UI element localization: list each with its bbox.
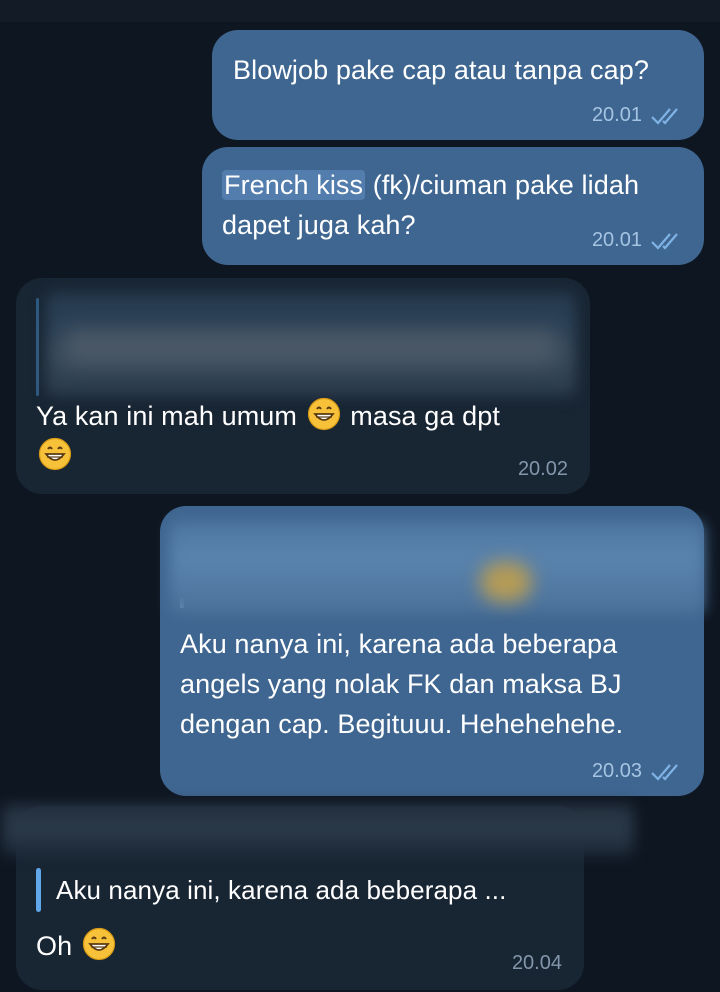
redacted-reply-preview [480,562,532,602]
grinning-face-icon [38,437,72,471]
grinning-face-icon [82,927,116,961]
message-text-line1: Aku nanya ini, karena ada beberapa [180,629,618,659]
double-check-icon [650,105,684,127]
message-text-part: masa ga dpt [350,401,500,431]
reply-quote-bar [36,298,39,396]
redacted-sender-name [2,804,634,856]
message-time: 20.01 [591,104,642,126]
message-text-part: Ya kan ini mah umum [36,401,298,431]
message-time: 20.02 [517,458,568,480]
search-highlight: French kiss [222,170,366,200]
message-text-line3: dengan cap. Begituuu. Hehehehehe. [180,709,624,739]
message-meta: 20.03 [592,760,684,783]
message-text: French kiss (fk)/ciuman pake lidah dapet… [222,165,639,245]
double-check-icon [650,230,684,252]
message-meta: 20.01 [592,229,684,252]
message-text-line2: dapet juga kah? [222,210,416,240]
double-check-icon [650,761,684,783]
message-bubble-incoming[interactable]: Ya kan ini mah umum masa ga dpt 20.02 [16,278,590,494]
message-text: Oh [36,926,118,966]
message-bubble-outgoing[interactable]: French kiss (fk)/ciuman pake lidah dapet… [202,147,704,265]
message-time: 20.01 [591,229,642,251]
message-text: Ya kan ini mah umum masa ga dpt [36,396,500,476]
message-text-line1: (fk)/ciuman pake lidah [365,170,640,200]
message-bubble-outgoing[interactable]: Aku nanya ini, karena ada beberapa angel… [160,506,704,796]
message-meta: 20.02 [518,458,568,481]
reply-quote-text[interactable]: Aku nanya ini, karena ada beberapa ... [56,870,506,910]
message-text-part: Oh [36,931,73,961]
message-bubble-incoming[interactable]: Aku nanya ini, karena ada beberapa ... O… [2,804,634,990]
redacted-reply-preview [170,522,704,614]
message-text: Blowjob pake cap atau tanpa cap? [233,55,650,85]
redacted-reply-preview [66,330,556,364]
message-meta: 20.04 [512,952,562,975]
chat-history[interactable]: Blowjob pake cap atau tanpa cap? 20.01 F… [0,0,720,992]
reply-quote-bar [36,868,41,912]
message-time: 20.03 [591,760,642,782]
grinning-face-icon [307,397,341,431]
message-text: Aku nanya ini, karena ada beberapa angel… [180,624,623,744]
message-text-line2: angels yang nolak FK dan maksa BJ [180,669,622,699]
message-time: 20.04 [511,952,562,974]
message-meta: 20.01 [592,104,684,127]
message-bubble-outgoing[interactable]: Blowjob pake cap atau tanpa cap? 20.01 [212,30,704,140]
